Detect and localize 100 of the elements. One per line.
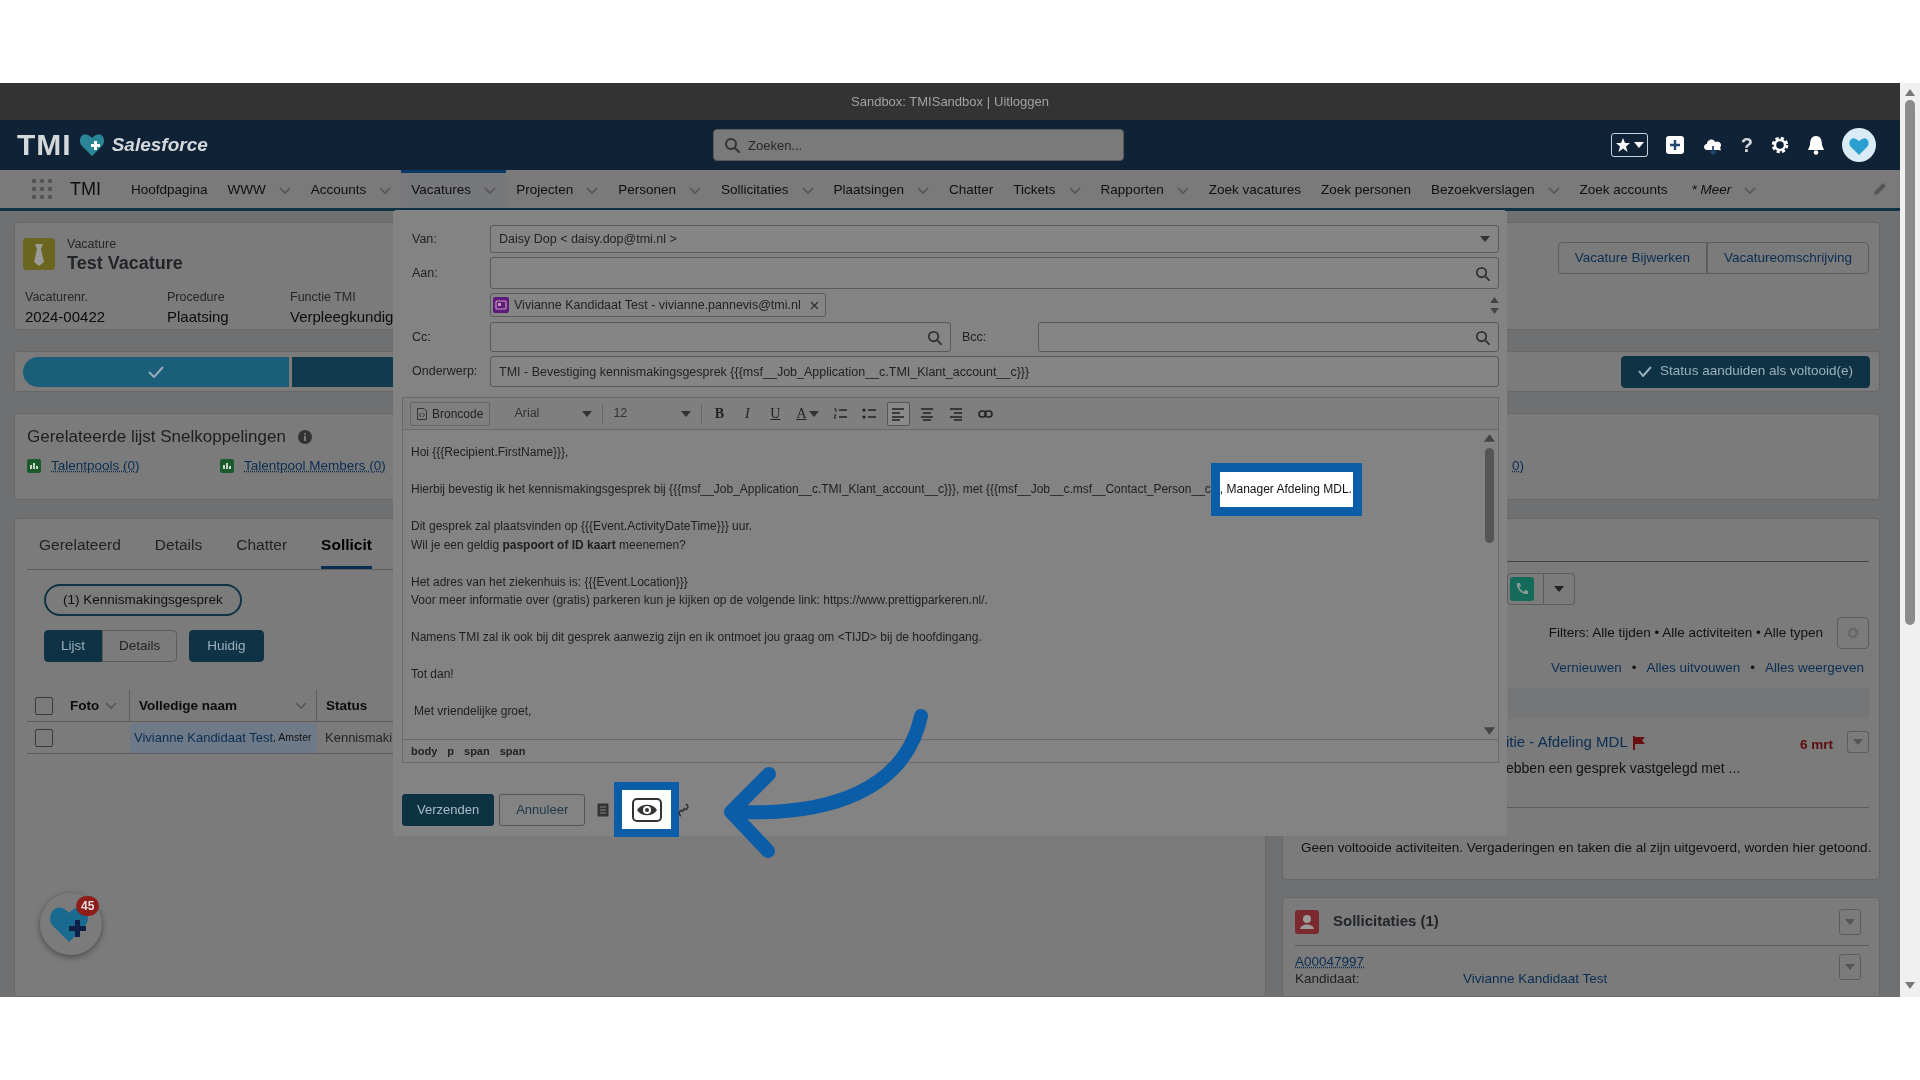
pencil-icon[interactable] <box>1872 181 1888 197</box>
separator-dot: • <box>1750 659 1755 677</box>
to-field[interactable] <box>490 257 1499 289</box>
scroll-down-icon[interactable] <box>1483 727 1495 736</box>
field-value: Plaatsing <box>167 307 230 328</box>
cc-field[interactable] <box>490 322 951 352</box>
nav-tab[interactable]: Plaatsingen <box>823 170 940 208</box>
send-button[interactable]: Verzenden <box>402 794 495 826</box>
related-link[interactable]: Talentpool Members (0) <box>244 455 386 476</box>
candidate-link[interactable]: Vivianne Kandidaat Test <box>134 728 273 748</box>
scroll-up-icon[interactable] <box>1490 296 1499 303</box>
field-label: Kandidaat: <box>1295 970 1361 988</box>
close-icon[interactable] <box>809 300 819 310</box>
nav-tab[interactable]: Bezoekverslagen <box>1421 170 1570 208</box>
nav-tab[interactable]: Accounts <box>300 170 402 208</box>
tab[interactable]: Details <box>154 533 203 570</box>
candidate-link[interactable]: Vivianne Kandidaat Test <box>1463 970 1608 988</box>
nav-tab[interactable]: Tickets <box>1003 170 1091 208</box>
nav-tab[interactable]: WWW <box>217 170 301 208</box>
help-button[interactable]: ? <box>1740 135 1753 155</box>
cancel-button[interactable]: Annuleer <box>499 794 586 826</box>
recipient-chip[interactable]: Vivianne Kandidaat Test - vivianne.pannevis@tmi.nl <box>490 293 826 317</box>
dropdown-button[interactable] <box>1847 731 1869 754</box>
tab[interactable]: Gerelateerd <box>39 533 121 570</box>
action-button[interactable]: Vacature Bijwerken <box>1557 242 1707 274</box>
caret-down-icon <box>582 410 593 417</box>
plus-icon[interactable] <box>1664 135 1685 155</box>
font-select[interactable]: Arial <box>510 401 597 426</box>
activity-link[interactable]: Alles uitvouwen <box>1646 658 1741 679</box>
size-select[interactable]: 12 <box>609 401 696 426</box>
scroll-up-icon[interactable] <box>1483 434 1495 443</box>
nav-tab[interactable]: Zoek vacatures <box>1198 170 1311 208</box>
nav-tab[interactable]: Personen <box>608 170 711 208</box>
tab[interactable]: Sollicit <box>321 533 372 570</box>
settings-button[interactable] <box>1837 617 1869 649</box>
scroll-down-icon[interactable] <box>1490 307 1499 314</box>
nav-tab[interactable]: Sollicitaties <box>710 170 824 208</box>
scroll-thumb[interactable] <box>1484 448 1494 544</box>
select-all-checkbox[interactable] <box>35 696 53 715</box>
subject-field[interactable]: TMI - Bevestiging kennismakingsgesprek {{{msf__Job_Application__c.TMI_Klant_account__c}}} <box>490 356 1499 387</box>
row-checkbox[interactable] <box>35 728 53 747</box>
call-button[interactable] <box>1507 573 1544 605</box>
list-icon <box>220 458 234 473</box>
app-launcher-icon[interactable] <box>32 179 52 199</box>
column-header[interactable]: Foto <box>61 690 130 722</box>
template-icon[interactable] <box>597 803 610 817</box>
dropdown-button[interactable] <box>1839 908 1861 935</box>
path-stage[interactable] <box>23 356 289 387</box>
activity-link[interactable]: Alles weergeven <box>1764 658 1864 679</box>
toolbar-button[interactable]: I <box>736 401 759 426</box>
logout-link[interactable]: Uitloggen <box>994 91 1049 112</box>
field-value: 2024-00422 <box>25 307 107 328</box>
bcc-field[interactable] <box>1038 322 1499 352</box>
record-link[interactable]: A00047997 <box>1295 954 1608 971</box>
nav-tab[interactable]: Projecten <box>506 170 609 208</box>
nav-tab[interactable]: Zoek accounts <box>1569 170 1678 208</box>
action-button[interactable]: Vacatureomschrijving <box>1706 242 1869 274</box>
element-path-item[interactable]: span <box>499 742 526 760</box>
nav-tab[interactable]: Chatter <box>939 170 1004 208</box>
mark-complete-button[interactable]: Status aanduiden als voltooid(e) <box>1621 355 1870 388</box>
element-path-item[interactable]: body <box>411 742 438 760</box>
search-field[interactable]: Zoeken... <box>713 129 1124 161</box>
avatar-icon[interactable] <box>1842 128 1876 162</box>
nav-tab[interactable]: Hoofdpagina <box>121 170 218 208</box>
from-select[interactable]: Daisy Dop < daisy.dop@tmi.nl > <box>490 225 1499 253</box>
toolbar-button[interactable]: B <box>708 401 731 426</box>
section-title: Sollicitaties (1) <box>1333 911 1439 932</box>
toolbar-button[interactable] <box>886 401 910 426</box>
favorites-button[interactable] <box>1610 133 1648 157</box>
nav-tab[interactable]: * Meer <box>1681 170 1767 208</box>
view-toggle[interactable]: Lijst <box>44 630 102 663</box>
nav-tab[interactable]: Zoek personen <box>1310 170 1421 208</box>
nav-tab[interactable]: Vacatures <box>401 170 507 208</box>
source-button[interactable]: Broncode <box>410 401 491 426</box>
dropdown-button[interactable] <box>1839 954 1861 980</box>
object-label: Vacature <box>67 236 118 253</box>
tab[interactable]: Chatter <box>236 533 288 570</box>
bell-icon[interactable] <box>1807 135 1825 155</box>
filter-pill[interactable]: (1) Kennismakingsgesprek <box>44 584 242 617</box>
link-icon[interactable] <box>678 803 690 817</box>
activity-link[interactable]: Vernieuwen <box>1551 658 1622 679</box>
related-link[interactable]: 0) <box>1512 455 1524 476</box>
info-icon <box>297 429 312 444</box>
highlighted-text: , Manager Afdeling MDL. <box>1210 463 1362 516</box>
element-path-item[interactable]: p <box>447 742 454 760</box>
preview-button[interactable] <box>614 782 680 837</box>
activity-title[interactable]: itie - Afdeling MDL <box>1506 731 1628 754</box>
scroll-down-icon <box>1905 982 1915 989</box>
related-link[interactable]: Talentpools (0) <box>51 455 140 476</box>
current-button[interactable]: Huidig <box>189 630 264 663</box>
scrollbar[interactable] <box>1900 83 1920 997</box>
nav-tab[interactable]: Rapporten <box>1090 170 1199 208</box>
element-path-item[interactable]: span <box>464 742 490 760</box>
scroll-thumb[interactable] <box>1905 100 1915 625</box>
dropdown-button[interactable] <box>1544 573 1575 605</box>
toolbar-button[interactable]: A <box>792 401 823 426</box>
view-toggle[interactable]: Details <box>102 630 178 663</box>
toolbar-button[interactable]: U <box>764 401 787 426</box>
settings-icon[interactable] <box>1770 135 1790 155</box>
column-header[interactable]: Volledige naam <box>130 690 317 722</box>
